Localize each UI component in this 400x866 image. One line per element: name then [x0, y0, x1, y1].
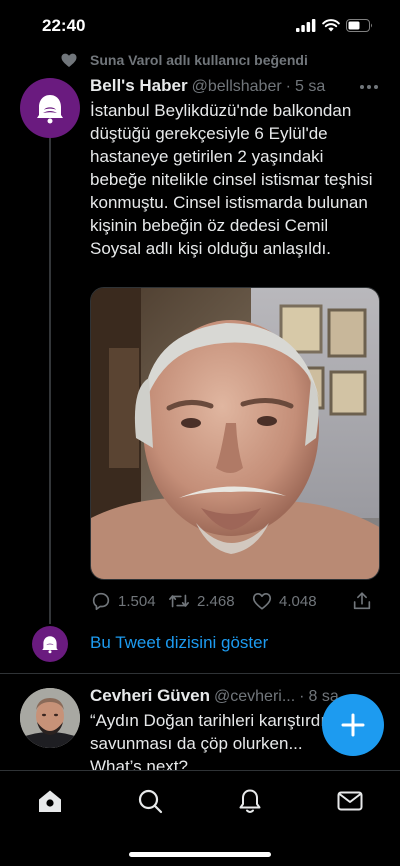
home-indicator — [129, 852, 271, 857]
more-options-icon[interactable] — [358, 80, 380, 94]
compose-tweet-button[interactable] — [322, 694, 384, 756]
bells-haber-logo-icon — [37, 95, 63, 124]
author-name[interactable]: Bell's Haber — [90, 76, 188, 95]
status-time: 22:40 — [42, 16, 86, 35]
avatar[interactable] — [20, 78, 80, 138]
separator: · — [285, 78, 291, 95]
photo-portrait — [91, 288, 379, 579]
share-icon — [353, 592, 371, 610]
status-icons — [296, 19, 374, 32]
bells-haber-logo-icon — [42, 636, 58, 654]
tweet-media-photo[interactable] — [90, 287, 380, 580]
show-thread-link[interactable]: Bu Tweet dizisini göster — [90, 633, 268, 653]
bottom-tab-bar — [0, 770, 400, 866]
cellular-signal-icon — [296, 19, 316, 32]
author-handle[interactable]: @cevheri... — [214, 688, 295, 705]
status-bar: 22:40 — [0, 0, 400, 52]
like-icon — [252, 593, 272, 610]
retweet-button[interactable]: 2.468 — [167, 590, 251, 612]
compose-plus-icon — [341, 713, 365, 737]
share-button[interactable] — [351, 590, 380, 612]
separator: · — [299, 688, 305, 705]
reply-button[interactable]: 1.504 — [90, 590, 167, 612]
tweet-header: Bell's Haber @bellshaber · 5 sa — [90, 76, 390, 98]
avatar[interactable] — [20, 688, 80, 748]
tweet-time: 5 sa — [295, 78, 326, 95]
social-context[interactable]: Suna Varol adlı kullanıcı beğendi — [0, 50, 400, 72]
notifications-icon[interactable] — [236, 787, 264, 815]
social-context-text: Suna Varol adlı kullanıcı beğendi — [90, 52, 308, 68]
reply-icon — [92, 592, 110, 611]
profile-photo — [20, 688, 80, 748]
thread-connector-line — [49, 138, 51, 624]
messages-icon[interactable] — [336, 787, 364, 815]
retweet-icon — [169, 594, 189, 608]
tweet-text: İstanbul Beylikdüzü'nde balkondan düştüğ… — [90, 101, 373, 258]
tweet-divider — [0, 673, 400, 674]
retweet-count: 2.468 — [197, 592, 235, 610]
like-count: 4.048 — [279, 592, 317, 610]
tweet-text: “Aydın Doğan tarihleri karıştırdı savunm… — [90, 711, 325, 776]
search-icon[interactable] — [136, 787, 164, 815]
heart-icon — [61, 53, 77, 67]
author-name[interactable]: Cevheri Güven — [90, 686, 210, 705]
tweet-actions: 1.504 2.468 4.048 — [90, 589, 380, 613]
like-button[interactable]: 4.048 — [251, 590, 351, 612]
thread-avatar[interactable] — [32, 626, 68, 662]
wifi-icon — [322, 19, 340, 32]
battery-icon — [346, 19, 372, 32]
home-icon[interactable] — [36, 787, 64, 815]
author-handle[interactable]: @bellshaber — [192, 78, 282, 95]
reply-count: 1.504 — [118, 592, 156, 610]
